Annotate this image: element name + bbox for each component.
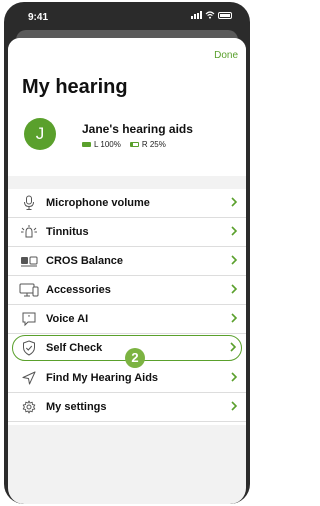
page-title: My hearing [22, 76, 128, 98]
status-time: 9:41 [28, 12, 49, 23]
wifi-icon [205, 11, 215, 19]
menu-item-label: Accessories [46, 284, 111, 296]
chevron-right-icon [231, 197, 238, 207]
battery-status: L 100% R 25% [82, 140, 166, 149]
menu-item-voice-ai[interactable]: " Voice AI [8, 305, 246, 334]
right-battery-label: R 25% [141, 140, 166, 149]
chevron-right-icon [231, 372, 238, 382]
cros-balance-icon [18, 250, 40, 272]
menu-item-cros-balance[interactable]: CROS Balance [8, 247, 246, 276]
chevron-right-icon [231, 255, 238, 265]
menu-item-label: Microphone volume [46, 197, 150, 209]
menu-item-label: My settings [46, 401, 107, 413]
left-battery-icon [82, 142, 91, 147]
menu-item-label: Self Check [46, 342, 103, 354]
location-arrow-icon [18, 367, 40, 389]
step-number-badge: 2 [125, 348, 145, 368]
done-button[interactable]: Done [214, 50, 238, 61]
battery-icon [218, 11, 232, 19]
chevron-right-icon [231, 226, 238, 236]
signal-icon [191, 11, 202, 19]
chevron-right-icon [231, 284, 238, 294]
microphone-icon [18, 192, 40, 214]
chevron-right-icon [231, 313, 238, 323]
chevron-right-icon [230, 342, 237, 352]
header-card: Done My hearing J Jane's hearing aids L … [8, 38, 246, 176]
left-battery-label: L 100% [94, 140, 121, 149]
accessories-icon [18, 279, 40, 301]
menu-item-label: CROS Balance [46, 255, 124, 267]
menu-item-tinnitus[interactable]: Tinnitus [8, 218, 246, 247]
voice-ai-icon: " [18, 308, 40, 330]
settings-menu: Microphone volume Tinnitus CROS Balance [8, 189, 246, 425]
menu-item-label: Tinnitus [46, 226, 89, 238]
device-name: Jane's hearing aids [82, 122, 193, 136]
menu-item-find-my-hearing-aids[interactable]: Find My Hearing Aids [8, 364, 246, 393]
status-bar: 9:41 [4, 2, 250, 32]
menu-item-accessories[interactable]: Accessories [8, 276, 246, 305]
shield-check-icon [18, 337, 40, 359]
tinnitus-icon [18, 221, 40, 243]
right-battery-icon [129, 142, 139, 147]
menu-item-label: Find My Hearing Aids [46, 372, 159, 384]
chevron-right-icon [231, 401, 238, 411]
menu-item-label: Voice AI [46, 313, 89, 325]
svg-text:": " [28, 315, 31, 322]
status-icons [191, 11, 232, 19]
gear-icon [18, 396, 40, 418]
phone-frame: 9:41 Done My hearing J Jane's hearing ai… [4, 2, 250, 504]
avatar: J [24, 118, 56, 150]
my-hearing-sheet: Done My hearing J Jane's hearing aids L … [8, 38, 246, 504]
menu-item-microphone-volume[interactable]: Microphone volume [8, 189, 246, 218]
menu-item-my-settings[interactable]: My settings [8, 393, 246, 422]
